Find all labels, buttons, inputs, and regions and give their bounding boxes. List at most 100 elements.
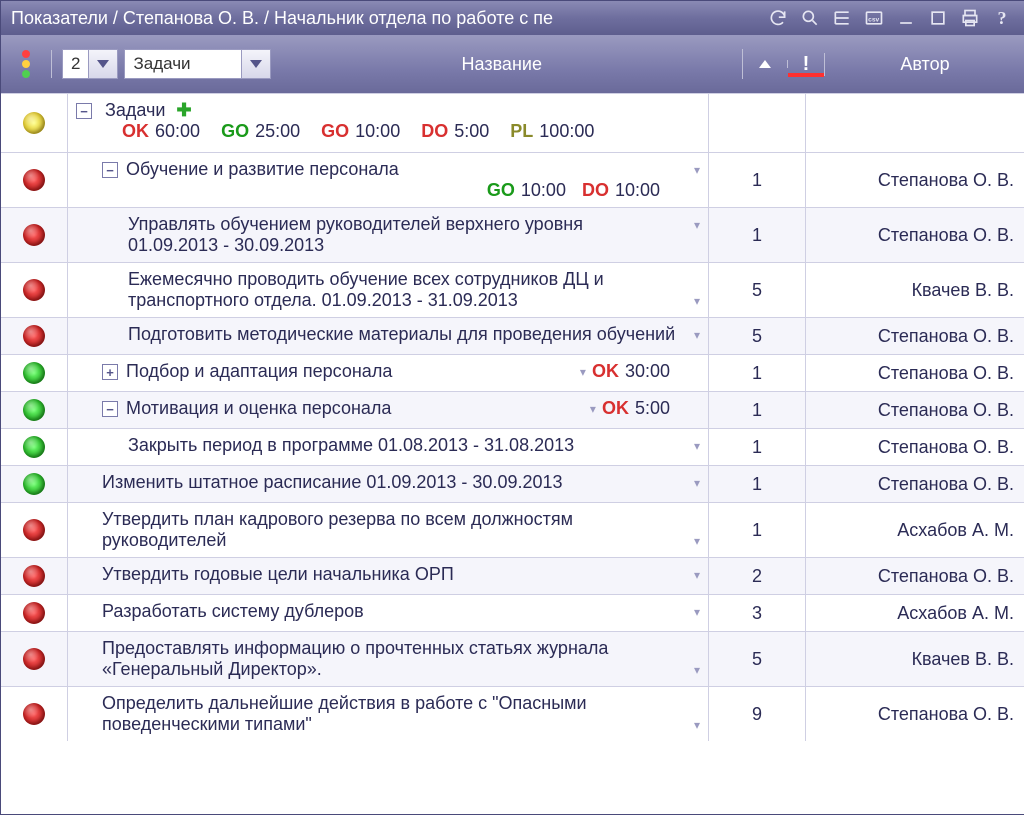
- tag-ok: OK: [602, 398, 629, 418]
- tree-collapse-button[interactable]: −: [76, 103, 92, 119]
- titlebar: Показатели / Степанова О. В. / Начальник…: [1, 1, 1024, 35]
- name-cell[interactable]: −Мотивация и оценка персоналаOK5:00▾: [68, 392, 709, 428]
- row-menu-icon[interactable]: ▾: [694, 605, 700, 619]
- header-name: 2 Задачи Название: [52, 49, 743, 79]
- author-cell: Асхабов А. М.: [806, 595, 1024, 631]
- status-ball-red: [23, 602, 45, 624]
- row-menu-icon[interactable]: ▾: [694, 663, 700, 677]
- tree-collapse-button[interactable]: −: [102, 162, 118, 178]
- status-ball-yellow: [23, 112, 45, 134]
- tag-go: GO: [321, 121, 349, 141]
- status-cell: [1, 632, 68, 686]
- table-row: Утвердить годовые цели начальника ОРП▾2С…: [1, 557, 1024, 594]
- priority-cell: 1: [709, 429, 806, 465]
- author-cell: Степанова О. В.: [806, 466, 1024, 502]
- header-author[interactable]: Автор: [825, 54, 1024, 75]
- row-title: Обучение и развитие персонала: [126, 159, 399, 179]
- columns-icon[interactable]: [829, 5, 855, 31]
- print-icon[interactable]: [957, 5, 983, 31]
- row-title: Ежемесячно проводить обучение всех сотру…: [128, 269, 604, 310]
- minimize-icon[interactable]: [893, 5, 919, 31]
- row-menu-icon[interactable]: ▾: [694, 476, 700, 490]
- name-cell[interactable]: Утвердить годовые цели начальника ОРП▾: [68, 558, 709, 594]
- name-cell[interactable]: Закрыть период в программе 01.08.2013 - …: [68, 429, 709, 465]
- traffic-light-icon: [22, 50, 30, 78]
- row-menu-icon[interactable]: ▾: [694, 534, 700, 548]
- csv-export-icon[interactable]: csv: [861, 5, 887, 31]
- name-cell[interactable]: −Обучение и развитие персонала▾GO10:00DO…: [68, 153, 709, 207]
- status-cell: [1, 318, 68, 354]
- status-cell: [1, 558, 68, 594]
- type-dropdown-button[interactable]: [241, 49, 271, 79]
- name-cell[interactable]: Утвердить план кадрового резерва по всем…: [68, 503, 709, 557]
- name-cell[interactable]: Изменить штатное расписание 01.09.2013 -…: [68, 466, 709, 502]
- row-menu-icon[interactable]: ▾: [694, 439, 700, 453]
- row-menu-icon[interactable]: ▾: [694, 718, 700, 732]
- chevron-up-icon: [759, 60, 771, 68]
- tag-go: GO: [487, 180, 515, 200]
- maximize-icon[interactable]: [925, 5, 951, 31]
- header-name-label[interactable]: Название: [271, 54, 732, 75]
- summary-label: Задачи: [105, 100, 165, 120]
- row-title: Определить дальнейшие действия в работе …: [102, 693, 587, 734]
- type-select[interactable]: Задачи: [124, 49, 271, 79]
- name-cell[interactable]: Определить дальнейшие действия в работе …: [68, 687, 709, 741]
- name-cell[interactable]: Разработать систему дублеров▾: [68, 595, 709, 631]
- status-ball-red: [23, 224, 45, 246]
- name-cell[interactable]: Подготовить методические материалы для п…: [68, 318, 709, 354]
- breadcrumb: Показатели / Степанова О. В. / Начальник…: [11, 8, 759, 29]
- priority-cell: 1: [709, 466, 806, 502]
- grid-header: 2 Задачи Название ! Автор: [1, 35, 1024, 93]
- tag-ok: OK: [122, 121, 149, 141]
- summary-name[interactable]: − Задачи ✚ OK60:00 GO25:00 GO10:00 DO5:0…: [68, 94, 709, 152]
- row-menu-icon[interactable]: ▾: [590, 402, 596, 416]
- row-menu-icon[interactable]: ▾: [694, 328, 700, 342]
- row-title: Утвердить план кадрового резерва по всем…: [102, 509, 573, 550]
- row-menu-icon[interactable]: ▾: [580, 365, 586, 379]
- level-dropdown-button[interactable]: [88, 49, 118, 79]
- add-icon[interactable]: ✚: [176, 100, 191, 120]
- grid-body: −Обучение и развитие персонала▾GO10:00DO…: [1, 152, 1024, 741]
- author-cell: Степанова О. В.: [806, 429, 1024, 465]
- header-status[interactable]: [1, 50, 52, 78]
- name-cell[interactable]: Предоставлять информацию о прочтенных ст…: [68, 632, 709, 686]
- status-ball-red: [23, 325, 45, 347]
- row-menu-icon[interactable]: ▾: [694, 294, 700, 308]
- table-row: Определить дальнейшие действия в работе …: [1, 686, 1024, 741]
- row-menu-icon[interactable]: ▾: [694, 163, 700, 177]
- status-cell: [1, 94, 68, 152]
- table-row: Ежемесячно проводить обучение всех сотру…: [1, 262, 1024, 317]
- tree-collapse-button[interactable]: −: [102, 401, 118, 417]
- name-cell[interactable]: Управлять обучением руководителей верхне…: [68, 208, 709, 262]
- name-cell[interactable]: Ежемесячно проводить обучение всех сотру…: [68, 263, 709, 317]
- priority-cell: 5: [709, 263, 806, 317]
- status-ball-red: [23, 703, 45, 725]
- priority-cell: 2: [709, 558, 806, 594]
- level-select[interactable]: 2: [62, 49, 118, 79]
- search-icon[interactable]: [797, 5, 823, 31]
- help-icon[interactable]: ?: [989, 5, 1015, 31]
- status-cell: [1, 595, 68, 631]
- author-cell: Степанова О. В.: [806, 318, 1024, 354]
- status-ball-green: [23, 436, 45, 458]
- table-row: Изменить штатное расписание 01.09.2013 -…: [1, 465, 1024, 502]
- name-cell[interactable]: +Подбор и адаптация персоналаOK30:00▾: [68, 355, 709, 391]
- header-priority[interactable]: !: [788, 53, 825, 76]
- status-cell: [1, 466, 68, 502]
- author-cell: Степанова О. В.: [806, 687, 1024, 741]
- status-cell: [1, 392, 68, 428]
- tag-do: DO: [421, 121, 448, 141]
- row-title: Подбор и адаптация персонала: [126, 361, 392, 381]
- tree-expand-button[interactable]: +: [102, 364, 118, 380]
- chevron-down-icon: [97, 60, 109, 68]
- author-cell: [806, 94, 1024, 152]
- author-cell: Степанова О. В.: [806, 208, 1024, 262]
- header-sort[interactable]: [743, 60, 788, 68]
- row-menu-icon[interactable]: ▾: [694, 218, 700, 232]
- status-cell: [1, 687, 68, 741]
- row-menu-icon[interactable]: ▾: [694, 568, 700, 582]
- type-value: Задачи: [124, 49, 242, 79]
- priority-cell: 1: [709, 503, 806, 557]
- refresh-icon[interactable]: [765, 5, 791, 31]
- level-value: 2: [62, 49, 89, 79]
